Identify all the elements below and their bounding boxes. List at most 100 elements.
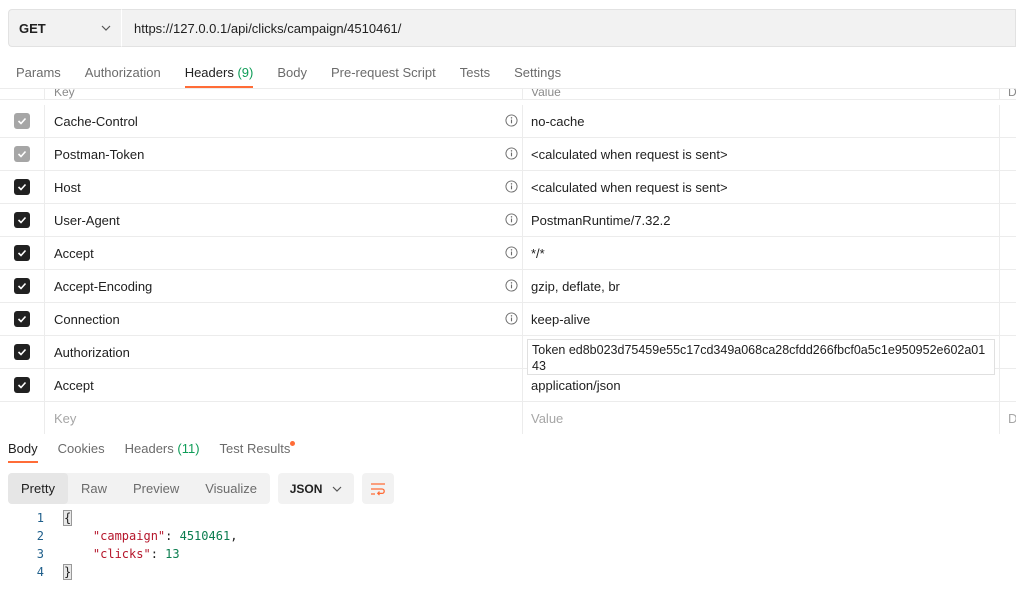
header-value: */* — [531, 245, 545, 261]
info-icon[interactable] — [505, 147, 518, 160]
header-description-cell[interactable] — [1000, 303, 1016, 335]
response-tab-test-results[interactable]: Test Results — [212, 436, 299, 463]
header-key-cell[interactable]: Host — [45, 171, 523, 203]
json-key: "campaign" — [92, 529, 166, 543]
header-key-cell[interactable]: Accept — [45, 237, 523, 269]
header-description-cell[interactable] — [1000, 369, 1016, 401]
header-description-cell[interactable] — [1000, 204, 1016, 236]
tab-label: Body — [277, 65, 307, 80]
header-value-cell[interactable]: <calculated when request is sent> — [523, 138, 1000, 170]
header-value: gzip, deflate, br — [531, 278, 620, 294]
response-view-toolbar: Pretty Raw Preview Visualize JSON — [8, 473, 395, 504]
tab-settings[interactable]: Settings — [506, 58, 569, 88]
check-icon — [17, 381, 27, 389]
new-value-input[interactable]: Value — [523, 402, 1000, 434]
header-description-cell[interactable] — [1000, 336, 1016, 368]
tab-pre-request-script[interactable]: Pre-request Script — [323, 58, 444, 88]
header-key-cell[interactable]: User-Agent — [45, 204, 523, 236]
header-key: Connection — [54, 311, 120, 327]
tab-count: (11) — [177, 441, 200, 456]
row-checkbox[interactable] — [14, 212, 30, 228]
row-checkbox[interactable] — [14, 278, 30, 294]
table-row: Cache-Control no-cache — [0, 105, 1016, 138]
tab-authorization[interactable]: Authorization — [77, 58, 169, 88]
wrap-lines-icon — [371, 482, 386, 496]
header-key-cell[interactable]: Connection — [45, 303, 523, 335]
column-header-value: Value — [523, 89, 1000, 99]
tab-label: Tests — [459, 65, 491, 80]
info-icon[interactable] — [505, 213, 518, 226]
header-value-cell[interactable]: <calculated when request is sent> — [523, 171, 1000, 203]
authorization-value-editor[interactable]: Token ed8b023d75459e55c17cd349a068ca28cf… — [527, 339, 995, 375]
check-cell — [0, 171, 45, 203]
header-description-cell[interactable] — [1000, 105, 1016, 137]
new-key-input[interactable]: Key — [45, 402, 523, 434]
tab-tests[interactable]: Tests — [452, 58, 498, 88]
check-cell — [0, 204, 45, 236]
header-key: Authorization — [54, 344, 130, 360]
header-key-cell[interactable]: Cache-Control — [45, 105, 523, 137]
tab-params[interactable]: Params — [0, 58, 69, 88]
tab-label: Test Results — [219, 441, 291, 456]
wrap-lines-button[interactable] — [362, 473, 395, 504]
header-description-cell[interactable] — [1000, 138, 1016, 170]
response-tab-headers[interactable]: Headers (11) — [117, 436, 208, 463]
tab-body[interactable]: Body — [269, 58, 315, 88]
header-key-cell[interactable]: Accept — [45, 369, 523, 401]
check-cell — [0, 303, 45, 335]
row-checkbox[interactable] — [14, 311, 30, 327]
info-icon[interactable] — [505, 114, 518, 127]
chevron-down-icon — [101, 25, 111, 31]
format-select[interactable]: JSON — [278, 473, 355, 504]
header-key-cell[interactable]: Postman-Token — [45, 138, 523, 170]
new-description-input[interactable]: D — [1000, 402, 1016, 434]
header-key: Postman-Token — [54, 146, 145, 162]
view-mode-segment: Pretty Raw Preview Visualize — [8, 473, 271, 504]
header-description-cell[interactable] — [1000, 171, 1016, 203]
header-value-cell[interactable]: */* — [523, 237, 1000, 269]
header-description-cell[interactable] — [1000, 237, 1016, 269]
json-number: 13 — [165, 547, 180, 561]
column-header-description: D — [1008, 88, 1016, 99]
code-text: "campaign": 4510461, — [92, 529, 238, 543]
method-select[interactable]: GET — [8, 9, 122, 47]
row-checkbox[interactable] — [14, 344, 30, 360]
info-icon[interactable] — [505, 246, 518, 259]
check-icon — [17, 249, 27, 257]
view-mode-visualize[interactable]: Visualize — [192, 473, 270, 504]
row-checkbox[interactable] — [14, 179, 30, 195]
response-tab-body[interactable]: Body — [0, 436, 46, 463]
tab-label: Pre-request Script — [330, 65, 436, 80]
header-value-cell[interactable]: PostmanRuntime/7.32.2 — [523, 204, 1000, 236]
close-brace: } — [62, 564, 73, 580]
view-mode-preview[interactable]: Preview — [120, 473, 192, 504]
row-checkbox[interactable] — [14, 377, 30, 393]
url-input[interactable]: https://127.0.0.1/api/clicks/campaign/45… — [122, 9, 1016, 47]
response-tab-cookies[interactable]: Cookies — [50, 436, 113, 463]
json-number: 4510461 — [179, 529, 231, 543]
view-mode-raw[interactable]: Raw — [68, 473, 120, 504]
table-row: Accept-Encoding gzip, deflate, br — [0, 270, 1016, 303]
check-icon — [17, 117, 27, 125]
tab-label: Params — [16, 65, 61, 80]
info-icon[interactable] — [505, 180, 518, 193]
view-mode-pretty[interactable]: Pretty — [8, 473, 68, 504]
table-row: Host <calculated when request is sent> — [0, 171, 1016, 204]
info-icon[interactable] — [505, 279, 518, 292]
row-checkbox[interactable] — [14, 245, 30, 261]
header-description-cell[interactable] — [1000, 270, 1016, 302]
header-key-cell[interactable]: Authorization — [45, 336, 523, 368]
line-number: 1 — [36, 511, 44, 525]
check-cell — [0, 369, 45, 401]
row-checkbox[interactable] — [14, 146, 30, 162]
header-value-cell[interactable]: no-cache — [523, 105, 1000, 137]
check-cell — [0, 138, 45, 170]
info-icon[interactable] — [505, 312, 518, 325]
check-icon — [17, 348, 27, 356]
header-value-cell[interactable]: keep-alive — [523, 303, 1000, 335]
row-checkbox[interactable] — [14, 113, 30, 129]
tab-headers[interactable]: Headers (9) — [177, 58, 262, 88]
header-value-cell[interactable]: gzip, deflate, br — [523, 270, 1000, 302]
header-key-cell[interactable]: Accept-Encoding — [45, 270, 523, 302]
request-tabs: Params Authorization Headers (9) Body Pr… — [0, 58, 577, 88]
